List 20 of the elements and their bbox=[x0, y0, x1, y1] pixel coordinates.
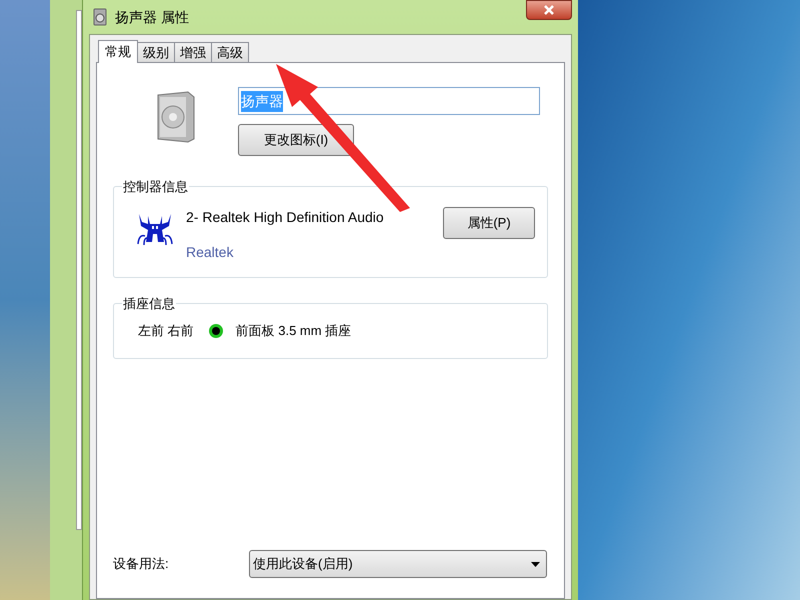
crab-logo-icon bbox=[136, 212, 174, 246]
tab[interactable]: 级别 bbox=[138, 42, 175, 62]
vendor-name: Realtek bbox=[186, 243, 234, 262]
jack-icon bbox=[208, 323, 224, 339]
window-title: 扬声器 属性 bbox=[115, 8, 189, 26]
properties-button[interactable]: 属性(P) bbox=[443, 207, 535, 239]
tab[interactable]: 高级 bbox=[212, 42, 249, 62]
device-name: 2- Realtek High Definition Audio bbox=[186, 208, 384, 227]
speaker-icon bbox=[93, 8, 107, 26]
usage-label: 设备用法: bbox=[113, 555, 170, 574]
tab[interactable]: 增强 bbox=[175, 42, 212, 62]
usage-dropdown[interactable]: 使用此设备(启用) bbox=[249, 550, 547, 578]
dropdown-arrow-icon bbox=[531, 562, 540, 566]
jack-label: 前面板 3.5 mm 插座 bbox=[236, 322, 352, 340]
tab[interactable]: 常规 bbox=[98, 40, 138, 63]
name-value: 扬声器 bbox=[241, 90, 283, 112]
close-icon bbox=[544, 5, 554, 15]
usage-value: 使用此设备(启用) bbox=[253, 555, 353, 574]
channel-labels: 左前 右前 bbox=[138, 322, 194, 340]
close-button[interactable] bbox=[526, 0, 572, 20]
